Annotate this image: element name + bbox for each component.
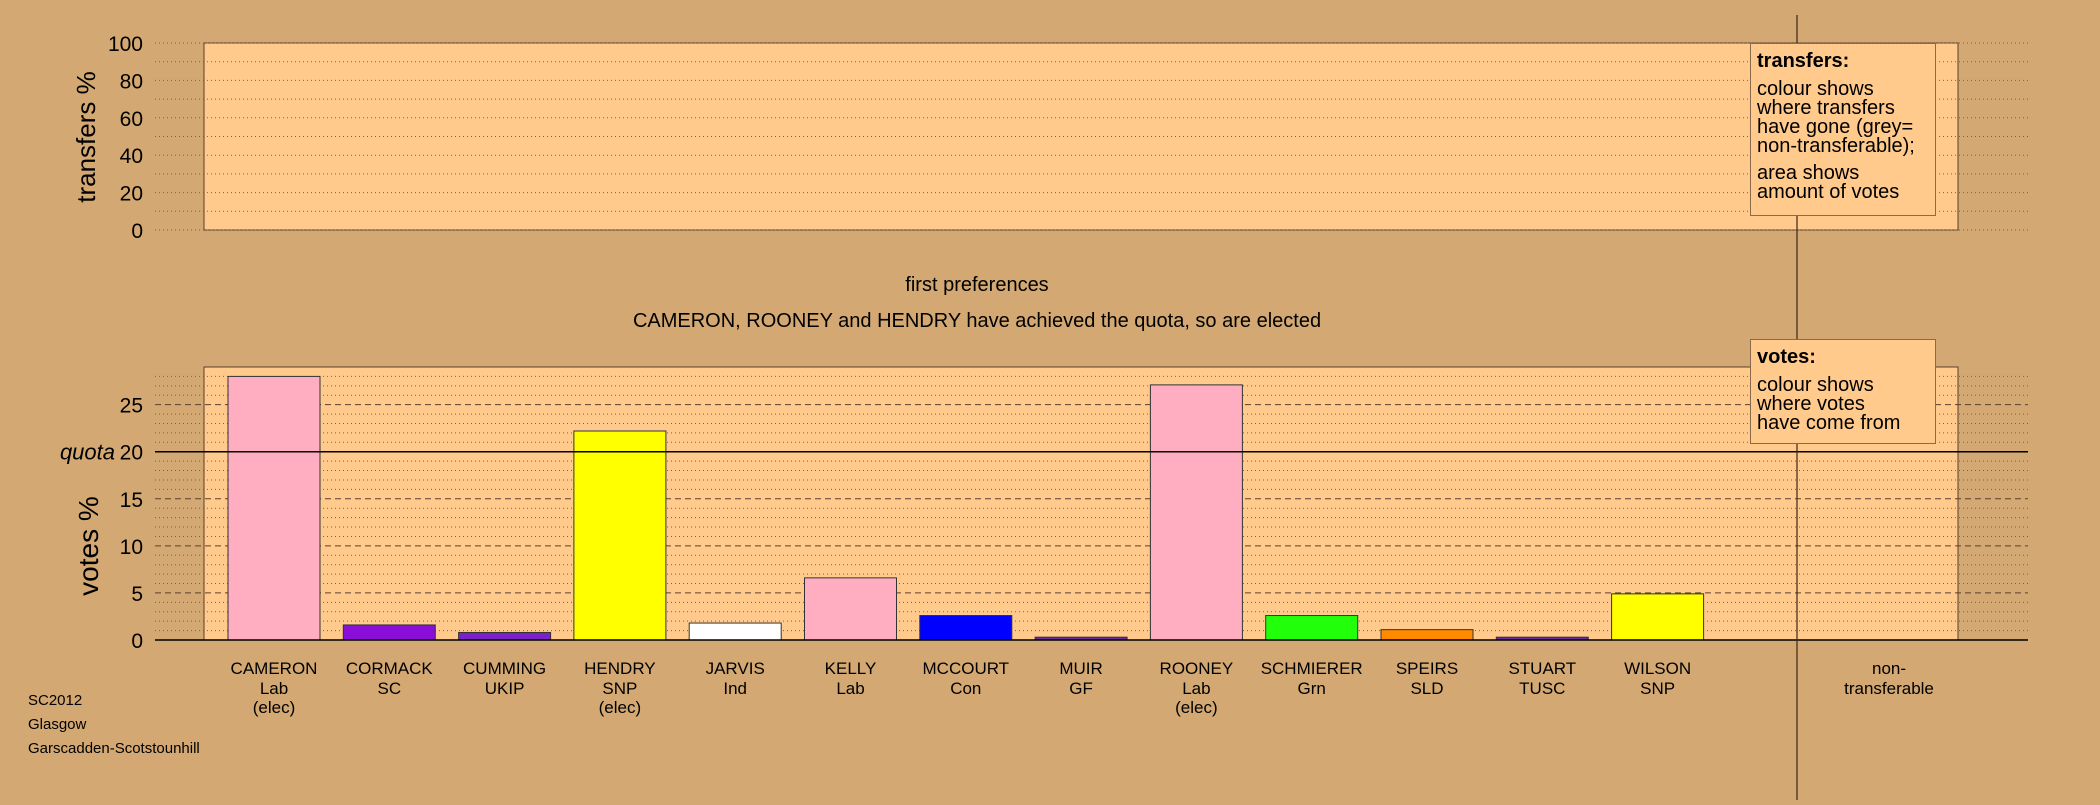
candidate-party-label: Lab xyxy=(1182,679,1210,698)
candidate-name-label: MUIR xyxy=(1059,659,1102,678)
candidate-name-label: JARVIS xyxy=(706,659,765,678)
candidate-party-label: Lab xyxy=(836,679,864,698)
transfers-legend-box: transfers: colour shows where transfers … xyxy=(1750,43,1936,216)
candidate-party-label: UKIP xyxy=(485,679,525,698)
bar-wilson xyxy=(1611,593,1705,641)
bar-rooney xyxy=(1149,384,1243,641)
stage-title: first preferences xyxy=(905,274,1048,296)
votes-tick-label: 0 xyxy=(131,630,143,653)
candidate-name-label: MCCOURT xyxy=(923,659,1010,678)
bar-hendry xyxy=(573,430,667,641)
candidate-name-label: CAMERON xyxy=(231,659,318,678)
candidate-elected-label: (elec) xyxy=(253,698,296,717)
bar-kelly xyxy=(804,577,897,641)
votes-tick-label: 15 xyxy=(120,489,143,512)
quota-label: quota xyxy=(60,440,115,465)
candidate-party-label: Con xyxy=(950,679,981,698)
transfers-tick-label: 20 xyxy=(120,183,143,206)
candidate-party-label: GF xyxy=(1069,679,1093,698)
candidate-party-label: Lab xyxy=(260,679,288,698)
candidate-name-label: SCHMIERER xyxy=(1261,659,1363,678)
bar-cameron xyxy=(227,375,321,641)
transfers-axis-label: transfers % xyxy=(71,71,101,203)
bar-jarvis xyxy=(688,622,782,641)
votes-tick-label: 25 xyxy=(120,395,143,418)
candidate-party-label: TUSC xyxy=(1519,679,1565,698)
votes-box-line: have come from xyxy=(1757,412,1901,434)
votes-tick-label: 20 xyxy=(120,442,143,465)
nontransferable-label: transferable xyxy=(1844,679,1934,698)
candidate-party-label: SLD xyxy=(1410,679,1443,698)
candidate-name-label: CORMACK xyxy=(346,659,434,678)
candidate-party-label: Ind xyxy=(723,679,747,698)
candidate-name-label: SPEIRS xyxy=(1396,659,1458,678)
stage-subtitle: CAMERON, ROONEY and HENDRY have achieved… xyxy=(633,310,1321,332)
candidate-party-label: SNP xyxy=(1640,679,1675,698)
candidate-name-label: HENDRY xyxy=(584,659,655,678)
candidate-name-label: ROONEY xyxy=(1160,659,1234,678)
candidate-name-label: CUMMING xyxy=(463,659,546,678)
transfers-tick-label: 60 xyxy=(120,108,143,131)
votes-tick-label: 10 xyxy=(120,536,143,559)
transfers-tick-label: 100 xyxy=(108,33,143,56)
candidate-name-label: KELLY xyxy=(825,659,877,678)
bar-cormack xyxy=(342,624,436,641)
transfers-box-title: transfers: xyxy=(1757,50,1850,72)
transfers-tick-label: 40 xyxy=(120,145,143,168)
nontransferable-label: non- xyxy=(1872,659,1906,678)
transfers-tick-label: 80 xyxy=(120,70,143,93)
candidate-elected-label: (elec) xyxy=(599,698,642,717)
candidate-name-label: STUART xyxy=(1508,659,1576,678)
candidate-party-label: SNP xyxy=(602,679,637,698)
transfers-tick-label: 0 xyxy=(131,220,143,243)
votes-axis-label: votes % xyxy=(73,496,104,596)
bar-mccourt xyxy=(919,615,1013,641)
footer-ward: Garscadden-Scotstounhill xyxy=(28,740,200,757)
candidate-elected-label: (elec) xyxy=(1175,698,1218,717)
bar-schmierer xyxy=(1265,615,1359,641)
candidate-name-label: WILSON xyxy=(1624,659,1691,678)
votes-box-title: votes: xyxy=(1757,346,1816,368)
footer-election: SC2012 xyxy=(28,692,83,709)
votes-legend-box: votes: colour shows where votes have com… xyxy=(1750,339,1936,444)
transfers-box-line: non-transferable); xyxy=(1757,135,1915,157)
bar-cumming xyxy=(458,631,552,641)
transfers-box-line: amount of votes xyxy=(1757,181,1900,203)
bar-speirs xyxy=(1380,629,1474,641)
votes-tick-label: 5 xyxy=(131,583,143,606)
footer-council: Glasgow xyxy=(28,716,87,733)
candidate-party-label: SC xyxy=(377,679,401,698)
stv-chart: 0 20 40 60 80 100 transfers % first preferences… xyxy=(0,0,2100,800)
candidate-party-label: Grn xyxy=(1298,679,1326,698)
